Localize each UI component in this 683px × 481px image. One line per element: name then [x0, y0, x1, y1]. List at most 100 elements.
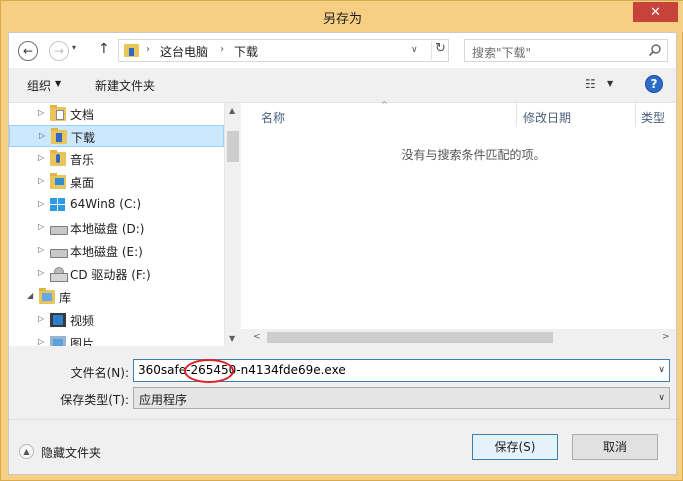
- column-divider[interactable]: [516, 103, 517, 127]
- nav-item-label: CD 驱动器 (F:): [70, 268, 151, 282]
- scroll-thumb[interactable]: [267, 332, 553, 343]
- collapse-arrow-icon[interactable]: ◢: [27, 291, 33, 300]
- scroll-left-icon[interactable]: <: [253, 332, 261, 342]
- chevron-up-icon[interactable]: ▲: [19, 444, 34, 459]
- forward-button[interactable]: →: [49, 41, 69, 61]
- expand-arrow-icon[interactable]: ▷: [39, 131, 45, 140]
- breadcrumb-this-pc[interactable]: 这台电脑: [160, 43, 208, 60]
- new-folder-button[interactable]: 新建文件夹: [95, 77, 155, 94]
- organize-menu[interactable]: 组织: [27, 77, 51, 94]
- drive-icon: [50, 244, 68, 258]
- nav-item-label: 库: [59, 291, 72, 305]
- downloads-folder-icon: [124, 44, 139, 57]
- nav-item-label: 本地磁盘 (E:): [70, 245, 143, 259]
- search-icon[interactable]: [648, 43, 662, 57]
- filename-field[interactable]: 360safe-265450-n4134fde69e.exe ∨: [133, 359, 670, 383]
- expand-arrow-icon[interactable]: ▷: [38, 199, 44, 208]
- title-bar[interactable]: 另存为 ✕: [1, 1, 683, 32]
- save-button[interactable]: 保存(S): [472, 434, 558, 460]
- expand-arrow-icon[interactable]: ▷: [38, 108, 44, 117]
- nav-item-label: 视频: [70, 314, 95, 328]
- filename-label: 文件名(N):: [70, 366, 129, 380]
- help-icon[interactable]: ?: [645, 75, 663, 93]
- desktop-folder-icon: [50, 173, 66, 189]
- videos-library-icon: [50, 313, 66, 327]
- file-list-horizontal-scrollbar[interactable]: < >: [241, 329, 676, 346]
- back-button[interactable]: ←: [18, 41, 38, 61]
- drive-icon: [50, 221, 68, 235]
- music-folder-icon: [50, 150, 66, 166]
- nav-item-cd-drive[interactable]: ▷ CD 驱动器 (F:): [9, 263, 224, 285]
- footer-divider: [9, 419, 676, 420]
- scroll-down-icon[interactable]: ▼: [229, 334, 235, 343]
- column-header-type[interactable]: 类型: [641, 109, 665, 126]
- expand-arrow-icon[interactable]: ▷: [38, 153, 44, 162]
- nav-item-label: 本地磁盘 (D:): [70, 222, 145, 236]
- sort-ascending-icon: ^: [381, 100, 388, 109]
- refresh-button[interactable]: ↻: [431, 41, 449, 60]
- close-button[interactable]: ✕: [633, 2, 678, 22]
- column-header-row: ^ 名称 修改日期 类型: [241, 100, 676, 127]
- nav-item-label: 下载: [71, 131, 96, 145]
- nav-item-videos[interactable]: ▷ 视频: [9, 309, 224, 331]
- windows-drive-icon: [50, 198, 66, 212]
- chevron-down-icon[interactable]: ∨: [658, 393, 665, 403]
- file-list-pane[interactable]: ^ 名称 修改日期 类型 没有与搜索条件匹配的项。 < >: [241, 100, 676, 346]
- cancel-button[interactable]: 取消: [572, 434, 658, 460]
- chevron-down-icon[interactable]: ▼: [607, 79, 613, 88]
- nav-item-desktop[interactable]: ▷ 桌面: [9, 171, 224, 193]
- breadcrumb-separator[interactable]: ›: [146, 44, 150, 55]
- dialog-client: ← → ▾ ↑ › 这台电脑 › 下载 ∨ ↻ 搜索"下载" 组织 ▼ 新建文件…: [8, 32, 677, 475]
- library-icon: [39, 288, 55, 304]
- command-bar: 组织 ▼ 新建文件夹 ☷ ▼ ?: [9, 68, 676, 103]
- save-as-dialog: 另存为 ✕ ← → ▾ ↑ › 这台电脑 › 下载 ∨ ↻ 搜索"下载" 组织 …: [0, 0, 683, 481]
- filename-value[interactable]: 360safe-265450-n4134fde69e.exe: [138, 363, 346, 377]
- nav-item-music[interactable]: ▷ 音乐: [9, 148, 224, 170]
- expand-arrow-icon[interactable]: ▷: [38, 176, 44, 185]
- chevron-down-icon[interactable]: ▼: [55, 79, 61, 88]
- up-button[interactable]: ↑: [98, 41, 110, 57]
- nav-item-pictures[interactable]: ▷ 图片: [9, 332, 224, 346]
- pictures-library-icon: [50, 336, 66, 346]
- address-history-dropdown[interactable]: ∨: [411, 45, 418, 55]
- navigation-pane: ▷ 文档 ▷ 下载 ▷ 音乐 ▷ 桌面 ▷ 64Win8 (C:) ▷ 本地磁盘…: [9, 103, 241, 346]
- breadcrumb-downloads[interactable]: 下载: [234, 43, 258, 60]
- nav-item-downloads[interactable]: ▷ 下载: [9, 125, 224, 147]
- hide-folders-label[interactable]: 隐藏文件夹: [41, 444, 101, 461]
- recent-locations-button[interactable]: ▾: [72, 43, 76, 52]
- address-bar[interactable]: › 这台电脑 › 下载 ∨ ↻: [118, 39, 449, 62]
- address-row: ← → ▾ ↑ › 这台电脑 › 下载 ∨ ↻ 搜索"下载": [9, 33, 676, 68]
- filetype-select[interactable]: 应用程序 ∨: [133, 387, 670, 409]
- nav-vertical-scrollbar[interactable]: ▲ ▼: [224, 103, 241, 346]
- filetype-value: 应用程序: [139, 393, 188, 407]
- expand-arrow-icon[interactable]: ▷: [38, 245, 44, 254]
- red-highlight-ellipse: [184, 359, 234, 383]
- documents-folder-icon: [50, 105, 66, 121]
- nav-item-documents[interactable]: ▷ 文档: [9, 103, 224, 125]
- cd-drive-icon: [50, 267, 68, 282]
- downloads-folder-icon: [51, 128, 67, 144]
- column-header-date-modified[interactable]: 修改日期: [523, 109, 571, 126]
- expand-arrow-icon[interactable]: ▷: [38, 268, 44, 277]
- column-divider[interactable]: [635, 103, 636, 127]
- nav-item-drive-e[interactable]: ▷ 本地磁盘 (E:): [9, 240, 224, 262]
- nav-item-drive-c[interactable]: ▷ 64Win8 (C:): [9, 194, 224, 216]
- nav-item-label: 文档: [70, 108, 95, 122]
- scroll-up-icon[interactable]: ▲: [229, 106, 235, 115]
- nav-item-label: 图片: [70, 337, 95, 346]
- nav-item-drive-d[interactable]: ▷ 本地磁盘 (D:): [9, 217, 224, 239]
- expand-arrow-icon[interactable]: ▷: [38, 222, 44, 231]
- scroll-thumb[interactable]: [227, 131, 239, 162]
- column-header-name[interactable]: 名称: [261, 109, 285, 126]
- expand-arrow-icon[interactable]: ▷: [38, 337, 44, 346]
- expand-arrow-icon[interactable]: ▷: [38, 314, 44, 323]
- breadcrumb-separator[interactable]: ›: [220, 44, 224, 55]
- scroll-right-icon[interactable]: >: [662, 332, 670, 342]
- chevron-down-icon[interactable]: ∨: [658, 365, 665, 375]
- search-placeholder: 搜索"下载": [472, 46, 532, 60]
- view-options-icon[interactable]: ☷: [585, 77, 596, 91]
- nav-item-libraries[interactable]: ◢ 库: [9, 286, 224, 308]
- search-input[interactable]: 搜索"下载": [464, 39, 668, 62]
- dialog-title: 另存为: [322, 12, 362, 27]
- nav-item-label: 音乐: [70, 153, 95, 167]
